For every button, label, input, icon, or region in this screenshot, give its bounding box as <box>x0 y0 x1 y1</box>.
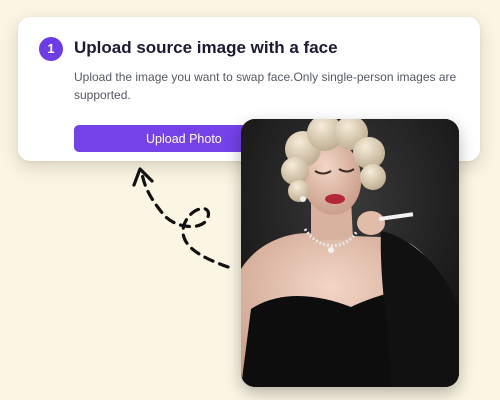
sample-face-photo <box>241 119 459 387</box>
step-number-badge: 1 <box>39 37 63 61</box>
step-title: Upload source image with a face <box>74 38 338 57</box>
curved-dashed-arrow-icon <box>132 167 230 269</box>
step-description: Upload the image you want to swap face.O… <box>74 70 457 102</box>
